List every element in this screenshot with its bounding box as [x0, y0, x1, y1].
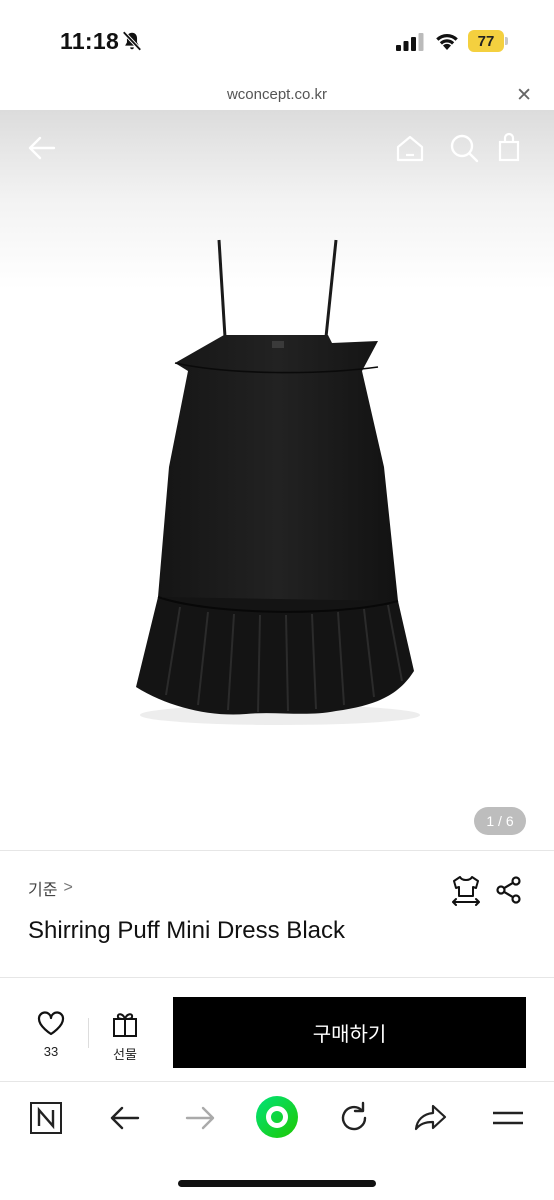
- product-title: Shirring Puff Mini Dress Black: [28, 917, 345, 944]
- like-button[interactable]: 33: [30, 1010, 72, 1060]
- menu-icon[interactable]: [490, 1100, 526, 1136]
- shopping-bag-icon[interactable]: [498, 132, 520, 162]
- home-icon[interactable]: [394, 132, 426, 164]
- forward-icon[interactable]: [183, 1100, 219, 1136]
- share-arrow-icon[interactable]: [413, 1100, 449, 1136]
- divider: [0, 850, 554, 851]
- buy-button[interactable]: 구매하기: [173, 997, 526, 1068]
- reload-icon[interactable]: [336, 1100, 372, 1136]
- like-count: 33: [43, 1044, 59, 1059]
- image-counter: 1 / 6: [474, 807, 526, 835]
- divider: [88, 1018, 89, 1048]
- home-indicator: [178, 1180, 376, 1187]
- divider: [0, 977, 554, 978]
- brand-link[interactable]: 기준 >: [28, 876, 73, 900]
- signal-icon: [396, 33, 424, 51]
- status-bar: 11:18 77: [0, 0, 554, 80]
- chevron-right-icon: >: [63, 879, 73, 896]
- heart-icon: [37, 1011, 65, 1036]
- battery-level: 77: [468, 30, 504, 52]
- share-icon[interactable]: [496, 876, 522, 904]
- back-icon[interactable]: [106, 1100, 142, 1136]
- back-arrow-icon[interactable]: [26, 132, 58, 164]
- url-bar[interactable]: wconcept.co.kr ✕: [0, 80, 554, 110]
- browser-toolbar: [0, 1082, 554, 1154]
- green-home-icon[interactable]: [255, 1095, 299, 1139]
- battery-icon: 77: [468, 30, 508, 52]
- product-gallery[interactable]: 1 / 6: [0, 110, 554, 850]
- brand-name[interactable]: 기준: [28, 876, 57, 900]
- bell-slash-icon: [122, 31, 142, 51]
- url-text[interactable]: wconcept.co.kr: [0, 86, 554, 103]
- wifi-icon: [436, 33, 458, 50]
- status-time: 11:18: [60, 28, 120, 54]
- gift-icon: [113, 1013, 137, 1037]
- size-fit-icon[interactable]: [450, 874, 482, 906]
- search-icon[interactable]: [448, 132, 480, 164]
- dress-image: [136, 239, 420, 725]
- naver-n-icon[interactable]: [28, 1100, 64, 1136]
- gift-button[interactable]: 선물: [104, 1010, 146, 1062]
- close-icon[interactable]: ✕: [516, 84, 532, 107]
- battery-tip: [505, 37, 508, 45]
- gift-label: 선물: [113, 1047, 137, 1062]
